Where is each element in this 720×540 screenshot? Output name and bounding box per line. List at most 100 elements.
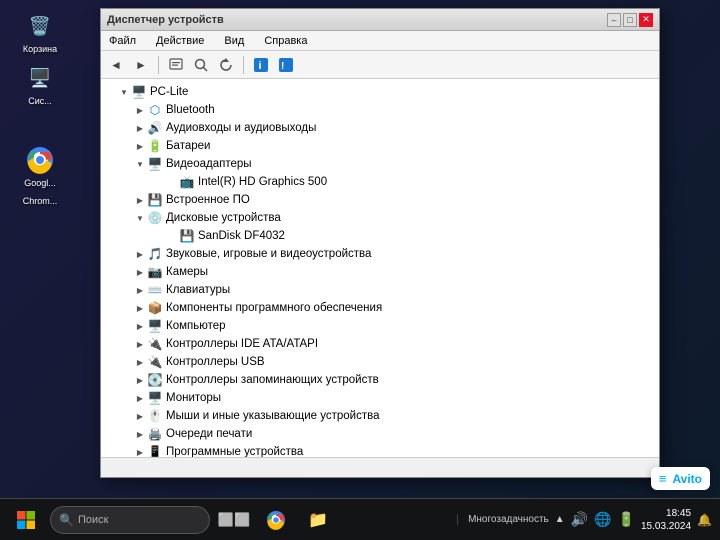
usb-expander[interactable]: ▶ bbox=[133, 355, 147, 369]
tree-firmware[interactable]: ▶ 💾 Встроенное ПО bbox=[101, 191, 659, 209]
close-button[interactable]: ✕ bbox=[639, 13, 653, 27]
taskbar-file-explorer[interactable]: 📁 bbox=[300, 503, 336, 537]
tray-notification[interactable]: 🔔 bbox=[697, 513, 712, 527]
toolbar-flag[interactable]: ! bbox=[275, 54, 297, 76]
disk-expander[interactable]: ▼ bbox=[133, 211, 147, 225]
tree-content[interactable]: ▼ 🖥️ PC-Lite ▶ ⬡ Bluetooth ▶ 🔊 Аудиовход… bbox=[101, 79, 659, 457]
program-icon: 📱 bbox=[147, 444, 163, 457]
computer-icon[interactable]: 🖥️ Сис... bbox=[10, 62, 70, 106]
tree-root[interactable]: ▼ 🖥️ PC-Lite bbox=[101, 83, 659, 101]
maximize-button[interactable]: □ bbox=[623, 13, 637, 27]
display-label: Видеоадаптеры bbox=[166, 158, 252, 170]
bluetooth-icon: ⬡ bbox=[147, 102, 163, 118]
tree-mouse[interactable]: ▶ 🖱️ Мыши и иные указывающие устройства bbox=[101, 407, 659, 425]
tree-bluetooth[interactable]: ▶ ⬡ Bluetooth bbox=[101, 101, 659, 119]
tray-arrow[interactable]: ▲ bbox=[555, 514, 565, 525]
camera-label: Камеры bbox=[166, 266, 208, 278]
print-expander[interactable]: ▶ bbox=[133, 427, 147, 441]
storage-expander[interactable]: ▶ bbox=[133, 373, 147, 387]
software-icon: 📦 bbox=[147, 300, 163, 316]
keyboard-expander[interactable]: ▶ bbox=[133, 283, 147, 297]
program-label: Программные устройства bbox=[166, 446, 303, 457]
chrome-sub-label: Chrom... bbox=[23, 196, 58, 206]
minimize-button[interactable]: – bbox=[607, 13, 621, 27]
tree-camera[interactable]: ▶ 📷 Камеры bbox=[101, 263, 659, 281]
disk-icon: 💿 bbox=[147, 210, 163, 226]
audio-icon: 🔊 bbox=[147, 120, 163, 136]
battery-expander[interactable]: ▶ bbox=[133, 139, 147, 153]
software-expander[interactable]: ▶ bbox=[133, 301, 147, 315]
root-expander[interactable]: ▼ bbox=[117, 85, 131, 99]
recycle-bin-icon[interactable]: 🗑️ Корзина bbox=[10, 10, 70, 54]
mouse-expander[interactable]: ▶ bbox=[133, 409, 147, 423]
toolbar-scan[interactable] bbox=[190, 54, 212, 76]
camera-icon: 📷 bbox=[147, 264, 163, 280]
menu-help[interactable]: Справка bbox=[260, 34, 311, 48]
tree-sandisk[interactable]: 💾 SanDisk DF4032 bbox=[101, 227, 659, 245]
ide-expander[interactable]: ▶ bbox=[133, 337, 147, 351]
computer-label: Сис... bbox=[28, 96, 52, 106]
toolbar-forward[interactable]: ► bbox=[130, 54, 152, 76]
menu-file[interactable]: Файл bbox=[105, 34, 140, 48]
tree-program[interactable]: ▶ 📱 Программные устройства bbox=[101, 443, 659, 457]
tree-computer[interactable]: ▶ 🖥️ Компьютер bbox=[101, 317, 659, 335]
usb-icon: 🔌 bbox=[147, 354, 163, 370]
tree-storage[interactable]: ▶ 💽 Контроллеры запоминающих устройств bbox=[101, 371, 659, 389]
tree-sound[interactable]: ▶ 🎵 Звуковые, игровые и видеоустройства bbox=[101, 245, 659, 263]
tray-network[interactable]: 🌐 bbox=[594, 511, 611, 528]
avito-logo: ≡ bbox=[659, 471, 667, 486]
tree-software[interactable]: ▶ 📦 Компоненты программного обеспечения bbox=[101, 299, 659, 317]
clock[interactable]: 18:45 15.03.2024 bbox=[641, 507, 691, 533]
tree-usb[interactable]: ▶ 🔌 Контроллеры USB bbox=[101, 353, 659, 371]
search-icon: 🔍 bbox=[59, 513, 74, 527]
tree-display[interactable]: ▼ 🖥️ Видеоадаптеры bbox=[101, 155, 659, 173]
toolbar-sep-1 bbox=[158, 56, 159, 74]
menu-action[interactable]: Действие bbox=[152, 34, 208, 48]
camera-expander[interactable]: ▶ bbox=[133, 265, 147, 279]
audio-label: Аудиовходы и аудиовыходы bbox=[166, 122, 316, 134]
tree-graphics[interactable]: 📺 Intel(R) HD Graphics 500 bbox=[101, 173, 659, 191]
storage-icon: 💽 bbox=[147, 372, 163, 388]
firmware-expander[interactable]: ▶ bbox=[133, 193, 147, 207]
root-label: PC-Lite bbox=[150, 86, 188, 98]
keyboard-icon: ⌨️ bbox=[147, 282, 163, 298]
recycle-bin-img: 🗑️ bbox=[24, 10, 56, 42]
toolbar-update[interactable] bbox=[215, 54, 237, 76]
clock-date: 15.03.2024 bbox=[641, 520, 691, 533]
window-title: Диспетчер устройств bbox=[107, 14, 224, 26]
title-bar-controls: – □ ✕ bbox=[607, 13, 653, 27]
firmware-icon: 💾 bbox=[147, 192, 163, 208]
tree-keyboard[interactable]: ▶ ⌨️ Клавиатуры bbox=[101, 281, 659, 299]
computer-img: 🖥️ bbox=[24, 62, 56, 94]
menu-view[interactable]: Вид bbox=[220, 34, 248, 48]
start-button[interactable] bbox=[8, 503, 44, 537]
tray-sound[interactable]: 🔊 bbox=[571, 511, 588, 528]
tree-battery[interactable]: ▶ 🔋 Батареи bbox=[101, 137, 659, 155]
toolbar-properties[interactable] bbox=[165, 54, 187, 76]
chrome-label-icon[interactable]: Chrom... bbox=[10, 196, 70, 206]
audio-expander[interactable]: ▶ bbox=[133, 121, 147, 135]
sound-expander[interactable]: ▶ bbox=[133, 247, 147, 261]
tree-ide[interactable]: ▶ 🔌 Контроллеры IDE ATA/ATAPI bbox=[101, 335, 659, 353]
program-expander[interactable]: ▶ bbox=[133, 445, 147, 457]
tree-audio[interactable]: ▶ 🔊 Аудиовходы и аудиовыходы bbox=[101, 119, 659, 137]
chrome-label: Googl... bbox=[24, 178, 56, 188]
tree-monitor[interactable]: ▶ 🖥️ Мониторы bbox=[101, 389, 659, 407]
computer-expander[interactable]: ▶ bbox=[133, 319, 147, 333]
chrome-icon[interactable]: Googl... bbox=[10, 144, 70, 188]
multitask-label[interactable]: Многозадачность bbox=[457, 514, 549, 525]
avito-label: Avito bbox=[672, 472, 702, 486]
taskview-button[interactable]: ⬜⬜ bbox=[216, 503, 252, 537]
toolbar-back[interactable]: ◄ bbox=[105, 54, 127, 76]
tray-battery[interactable]: 🔋 bbox=[618, 511, 635, 528]
taskbar-chrome[interactable] bbox=[258, 503, 294, 537]
bt-expander[interactable]: ▶ bbox=[133, 103, 147, 117]
toolbar-sep-2 bbox=[243, 56, 244, 74]
toolbar-help[interactable]: i bbox=[250, 54, 272, 76]
tree-print[interactable]: ▶ 🖨️ Очереди печати bbox=[101, 425, 659, 443]
tree-disk[interactable]: ▼ 💿 Дисковые устройства bbox=[101, 209, 659, 227]
taskbar-search[interactable]: 🔍 Поиск bbox=[50, 506, 210, 534]
software-label: Компоненты программного обеспечения bbox=[166, 302, 382, 314]
display-expander[interactable]: ▼ bbox=[133, 157, 147, 171]
monitor-expander[interactable]: ▶ bbox=[133, 391, 147, 405]
